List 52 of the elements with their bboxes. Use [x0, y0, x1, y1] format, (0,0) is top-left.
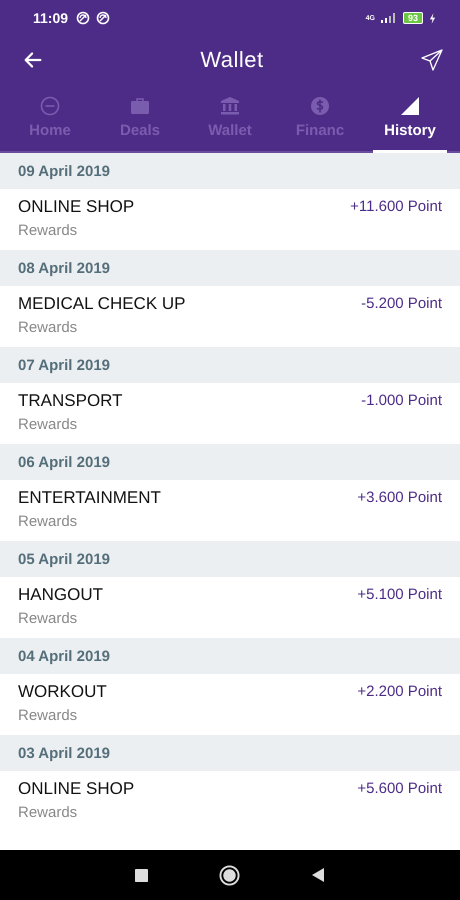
minus-circle-icon	[40, 96, 60, 116]
item-amount: -1.000 Point	[361, 391, 442, 411]
item-amount: +11.600 Point	[350, 197, 442, 217]
status-time: 11:09	[33, 10, 68, 26]
charging-icon	[429, 12, 436, 24]
dollar-icon	[310, 96, 330, 116]
back-triangle-icon	[310, 868, 325, 882]
item-category: Rewards	[18, 804, 78, 821]
item-amount: +3.600 Point	[357, 488, 442, 508]
briefcase-icon	[130, 96, 150, 116]
history-item[interactable]: WORKOUT Rewards +2.200 Point	[0, 674, 460, 735]
item-title: MEDICAL CHECK UP	[18, 294, 186, 314]
item-category: Rewards	[18, 707, 78, 724]
send-icon	[420, 48, 444, 72]
tab[interactable]: History	[365, 88, 455, 151]
date-label: 05 April 2019	[18, 550, 110, 568]
date-label: 04 April 2019	[18, 648, 110, 664]
item-title: ONLINE SHOP	[18, 779, 134, 799]
item-amount: +5.600 Point	[357, 779, 442, 799]
notification-icon	[96, 11, 110, 25]
item-amount: -5.200 Point	[361, 294, 442, 314]
item-category: Rewards	[18, 416, 78, 433]
history-item[interactable]: ENTERTAINMENT Rewards +3.600 Point	[0, 480, 460, 541]
item-title: ONLINE SHOP	[18, 197, 134, 217]
item-title: ENTERTAINMENT	[18, 488, 161, 508]
date-label: 07 April 2019	[18, 356, 110, 374]
battery-level: 93	[402, 12, 423, 24]
date-label: 08 April 2019	[18, 260, 110, 276]
square-icon	[135, 868, 148, 882]
bank-icon	[220, 96, 240, 116]
history-item[interactable]: ONLINE SHOP Rewards +11.600 Point	[0, 189, 460, 250]
item-title: TRANSPORT	[18, 391, 123, 411]
item-category: Rewards	[18, 513, 78, 530]
notification-icon	[76, 11, 90, 25]
triangle-icon	[400, 96, 420, 116]
history-item[interactable]: ONLINE SHOP Rewards +5.600 Point	[0, 771, 460, 832]
signal-icon	[380, 13, 397, 23]
date-label: 09 April 2019	[18, 162, 110, 180]
item-amount: +5.100 Point	[357, 585, 442, 605]
item-category: Rewards	[18, 319, 78, 336]
circle-icon	[218, 864, 240, 886]
date-label: 06 April 2019	[18, 454, 110, 470]
history-item[interactable]: MEDICAL CHECK UP Rewards -5.200 Point	[0, 286, 460, 347]
item-title: WORKOUT	[18, 682, 107, 702]
item-category: Rewards	[18, 222, 78, 239]
history-item[interactable]: TRANSPORT Rewards -1.000 Point	[0, 383, 460, 444]
history-item[interactable]: HANGOUT Rewards +5.100 Point	[0, 577, 460, 638]
item-title: HANGOUT	[18, 585, 103, 605]
screen-title: Wallet	[200, 47, 264, 73]
item-category: Rewards	[18, 610, 78, 627]
item-amount: +2.200 Point	[357, 682, 442, 702]
date-label: 03 April 2019	[18, 744, 110, 762]
